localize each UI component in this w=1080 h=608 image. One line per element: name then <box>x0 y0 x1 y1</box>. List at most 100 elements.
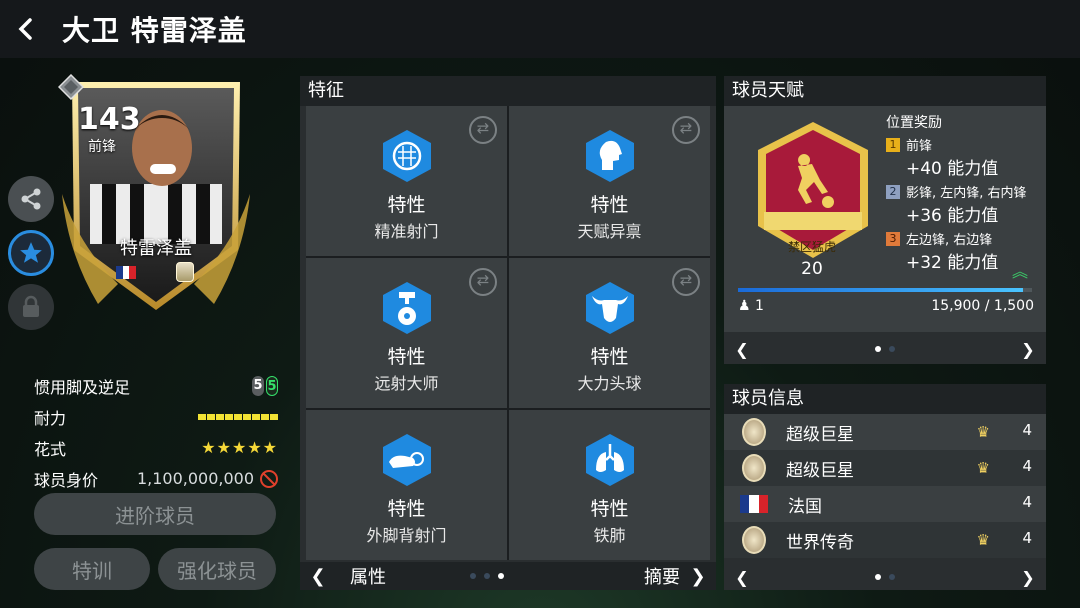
card-position: 前锋 <box>88 139 116 155</box>
trait-type: 特性 <box>387 194 426 216</box>
info-label: 世界传奇 <box>786 532 854 553</box>
swap-icon[interactable] <box>469 268 497 296</box>
trait-card[interactable]: 特性 大力头球 <box>509 258 710 408</box>
top-bar: 大卫 特雷泽盖 <box>0 0 1080 58</box>
trait-name: 精准射门 <box>374 222 439 241</box>
chevron-left-icon <box>18 18 32 40</box>
talent-title: 球员天赋 <box>724 76 1046 106</box>
stamina-bar <box>198 413 278 420</box>
page-title: 大卫 特雷泽盖 <box>62 14 247 47</box>
skill-moves-row: 花式 ★★★★★ <box>34 432 278 463</box>
card-rating: 143 <box>78 102 141 137</box>
info-footer: ❮ ❯ <box>724 564 1046 590</box>
trait-type: 特性 <box>387 498 426 520</box>
bonus-positions: 左边锋, 右边锋 <box>906 233 993 248</box>
bonus-title: 位置奖励 <box>886 115 942 131</box>
rank-badge: 3 <box>886 232 900 246</box>
person-icon: ♟ <box>738 298 756 314</box>
icon-badge-icon <box>742 418 766 446</box>
train-button[interactable]: 特训 <box>34 548 150 590</box>
bonus-row: 2 影锋, 左内锋, 右内锋 +36 能力值 <box>886 182 1046 226</box>
list-item[interactable]: 世界传奇 ♛ 4 <box>724 522 1046 558</box>
list-item[interactable]: 超级巨星 ♛ 4 <box>724 414 1046 450</box>
player-info-panel: 球员信息 超级巨星 ♛ 4 超级巨星 ♛ 4 法国 4 世界传奇 ♛ 4 ❮ ❯ <box>724 384 1046 590</box>
rank-badge: 2 <box>886 185 900 199</box>
list-item[interactable]: 超级巨星 ♛ 4 <box>724 450 1046 486</box>
skill-moves-label: 花式 <box>34 439 67 459</box>
info-label: 法国 <box>788 496 822 517</box>
share-icon <box>21 188 41 210</box>
prev-page-button[interactable]: ❮ <box>300 566 336 587</box>
bonus-positions: 前锋 <box>906 139 933 154</box>
trait-name: 天赋异禀 <box>577 222 642 241</box>
trait-type: 特性 <box>387 346 426 368</box>
share-button[interactable] <box>8 176 54 222</box>
head-profile-icon <box>585 130 634 182</box>
outside-foot-icon <box>382 434 431 486</box>
advance-player-button[interactable]: 进阶球员 <box>34 493 276 535</box>
bonus-value: +32 能力值 <box>906 253 999 273</box>
card-player-name: 特雷泽盖 <box>120 238 192 259</box>
stamina-row: 耐力 <box>34 401 278 432</box>
weak-foot-right: 5 <box>266 375 278 396</box>
bull-head-icon <box>585 282 634 334</box>
prev-info-button[interactable]: ❮ <box>724 568 760 587</box>
bonus-row: 1 前锋 +40 能力值 <box>886 135 1046 179</box>
talent-progress-bar <box>738 288 1032 292</box>
trait-card[interactable]: 特性 远射大师 <box>306 258 507 408</box>
list-item[interactable]: 法国 4 <box>724 486 1046 522</box>
traits-title: 特征 <box>300 76 716 106</box>
info-list: 超级巨星 ♛ 4 超级巨星 ♛ 4 法国 4 世界传奇 ♛ 4 <box>724 414 1046 558</box>
goal-net-icon <box>382 130 431 182</box>
weak-foot-left: 5 <box>252 375 264 396</box>
traits-footer: ❮ 属性 摘要 ❯ <box>300 562 716 590</box>
trait-name: 大力头球 <box>577 374 642 393</box>
trait-name: 铁肺 <box>593 526 626 545</box>
bonus-value: +40 能力值 <box>906 159 999 179</box>
info-label: 超级巨星 <box>786 460 854 481</box>
enhance-player-button[interactable]: 强化球员 <box>158 548 276 590</box>
info-level: 4 <box>1022 457 1032 475</box>
trait-type: 特性 <box>590 194 629 216</box>
next-talent-button[interactable]: ❯ <box>1010 340 1046 359</box>
trait-card[interactable]: 特性 外脚背射门 <box>306 410 507 560</box>
next-info-button[interactable]: ❯ <box>1010 568 1046 587</box>
next-page-button[interactable]: ❯ <box>680 566 716 587</box>
page-dots <box>470 573 504 579</box>
favorite-button[interactable] <box>8 230 54 276</box>
info-level: 4 <box>1022 493 1032 511</box>
swap-icon[interactable] <box>469 116 497 144</box>
swap-icon[interactable] <box>672 116 700 144</box>
star-icon <box>20 242 42 263</box>
no-trade-icon <box>260 469 278 488</box>
icon-badge-icon <box>742 454 766 482</box>
back-button[interactable] <box>0 0 52 58</box>
bonus-value: +36 能力值 <box>906 206 999 226</box>
traits-panel: 特征 特性 精准射门 特性 天赋异禀 特性 远射大师 特性 大力头球 <box>300 76 716 590</box>
value-label: 球员身价 <box>34 470 99 490</box>
summary-tab[interactable]: 摘要 <box>644 563 680 589</box>
weak-foot-indicator: 5 5 <box>252 375 278 396</box>
bonus-positions: 影锋, 左内锋, 右内锋 <box>906 186 1027 201</box>
attributes-tab[interactable]: 属性 <box>350 563 470 589</box>
crown-icon: ♛ <box>976 459 990 477</box>
player-card[interactable]: 143 前锋 特雷泽盖 <box>58 74 254 314</box>
weak-foot-label: 惯用脚及逆足 <box>34 377 131 397</box>
trait-card[interactable]: 特性 铁肺 <box>509 410 710 560</box>
lock-button[interactable] <box>8 284 54 330</box>
prev-talent-button[interactable]: ❮ <box>724 340 760 359</box>
trait-name: 外脚背射门 <box>366 526 447 545</box>
stamina-label: 耐力 <box>34 408 67 428</box>
skill-stars: ★★★★★ <box>201 438 278 457</box>
france-flag-icon <box>740 495 768 513</box>
trait-card[interactable]: 特性 天赋异禀 <box>509 106 710 256</box>
traits-grid: 特性 精准射门 特性 天赋异禀 特性 远射大师 特性 大力头球 特性 外脚背射门 <box>306 106 710 560</box>
talent-level: 20 <box>801 259 823 279</box>
rank-badge: 1 <box>886 138 900 152</box>
trait-card[interactable]: 特性 精准射门 <box>306 106 507 256</box>
trait-type: 特性 <box>590 498 629 520</box>
progress-text: 15,900 / 1,500 <box>931 298 1034 314</box>
swap-icon[interactable] <box>672 268 700 296</box>
upgrade-arrow-icon[interactable]: ︽ <box>1012 258 1028 282</box>
trait-type: 特性 <box>590 346 629 368</box>
